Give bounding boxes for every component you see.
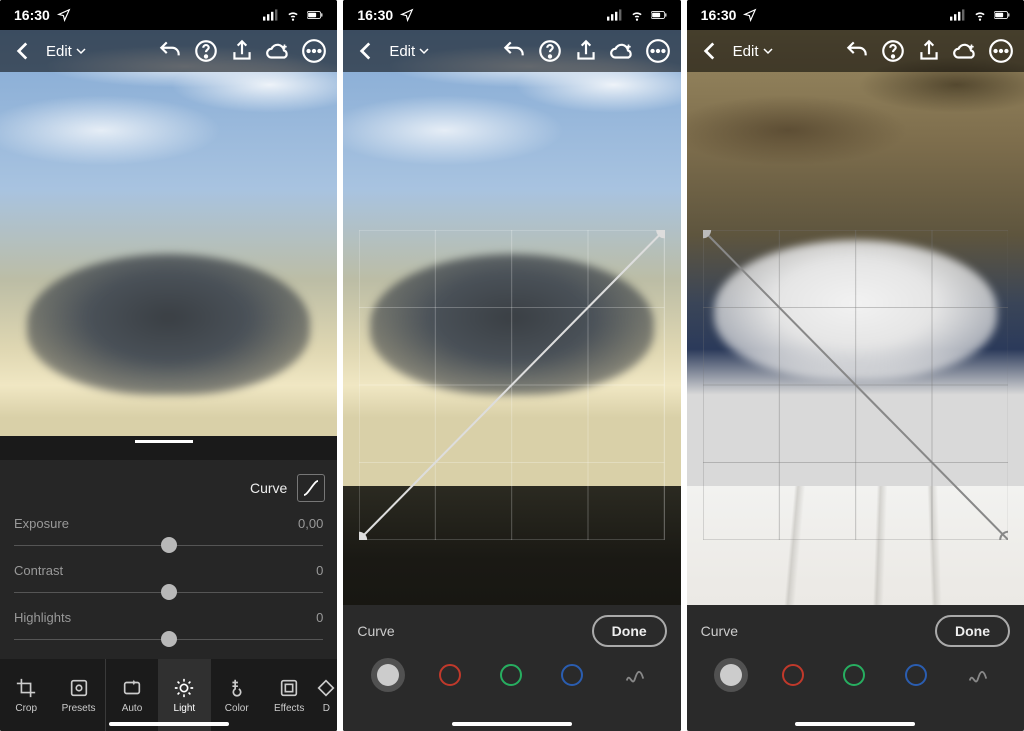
top-toolbar: Edit xyxy=(0,30,337,72)
share-button[interactable] xyxy=(916,38,942,64)
location-icon xyxy=(399,8,415,22)
tab-detail[interactable]: D xyxy=(315,659,337,731)
cloud-button[interactable] xyxy=(265,38,291,64)
tab-light[interactable]: Light xyxy=(158,659,210,731)
tab-color[interactable]: Color xyxy=(211,659,263,731)
tab-presets[interactable]: Presets xyxy=(52,659,104,731)
home-indicator[interactable] xyxy=(795,722,915,726)
screen-curve-identity: 16:30 Edit Cu xyxy=(343,0,680,731)
channel-luminance[interactable] xyxy=(720,664,742,686)
channel-blue[interactable] xyxy=(561,664,583,686)
more-button[interactable] xyxy=(645,38,671,64)
status-time: 16:30 xyxy=(357,7,393,23)
tab-auto[interactable]: Auto xyxy=(105,659,158,731)
share-button[interactable] xyxy=(573,38,599,64)
channel-parametric[interactable] xyxy=(966,663,990,687)
back-button[interactable] xyxy=(697,38,723,64)
undo-button[interactable] xyxy=(157,38,183,64)
status-time: 16:30 xyxy=(14,7,50,23)
light-panel: Curve Exposure0,00 Contrast0 Highlights0… xyxy=(0,436,337,731)
slider-exposure[interactable]: Exposure0,00 xyxy=(14,516,323,555)
curve-button-label: Curve xyxy=(250,480,287,496)
edit-menu[interactable]: Edit xyxy=(733,43,773,60)
screen-light-sliders: 16:30 Edit Curve xyxy=(0,0,337,731)
home-indicator[interactable] xyxy=(109,722,229,726)
slider-contrast[interactable]: Contrast0 xyxy=(14,563,323,602)
channel-green[interactable] xyxy=(500,664,522,686)
battery-icon xyxy=(651,8,667,22)
filmstrip[interactable] xyxy=(0,436,337,460)
edit-menu[interactable]: Edit xyxy=(389,43,429,60)
tone-curve-editor[interactable] xyxy=(703,230,1008,540)
curve-label: Curve xyxy=(701,623,738,639)
done-button[interactable]: Done xyxy=(935,615,1010,647)
signal-icon xyxy=(263,8,279,22)
more-button[interactable] xyxy=(301,38,327,64)
channel-blue[interactable] xyxy=(905,664,927,686)
share-button[interactable] xyxy=(229,38,255,64)
help-button[interactable] xyxy=(880,38,906,64)
more-button[interactable] xyxy=(988,38,1014,64)
curve-button[interactable] xyxy=(297,474,325,502)
help-button[interactable] xyxy=(537,38,563,64)
battery-icon xyxy=(307,8,323,22)
screen-curve-inverted: 16:30 Edit Cu xyxy=(687,0,1024,731)
back-button[interactable] xyxy=(10,38,36,64)
wifi-icon xyxy=(972,8,988,22)
channel-red[interactable] xyxy=(439,664,461,686)
back-button[interactable] xyxy=(353,38,379,64)
curve-bottom-panel: Curve Done xyxy=(687,605,1024,731)
help-button[interactable] xyxy=(193,38,219,64)
cloud-button[interactable] xyxy=(952,38,978,64)
status-bar: 16:30 xyxy=(687,0,1024,30)
location-icon xyxy=(742,8,758,22)
undo-button[interactable] xyxy=(844,38,870,64)
location-icon xyxy=(56,8,72,22)
channel-green[interactable] xyxy=(843,664,865,686)
slider-highlights[interactable]: Highlights0 xyxy=(14,610,323,649)
channel-red[interactable] xyxy=(782,664,804,686)
tab-crop[interactable]: Crop xyxy=(0,659,52,731)
wifi-icon xyxy=(285,8,301,22)
curve-bottom-panel: Curve Done xyxy=(343,605,680,731)
edit-menu[interactable]: Edit xyxy=(46,43,86,60)
wifi-icon xyxy=(629,8,645,22)
signal-icon xyxy=(607,8,623,22)
status-time: 16:30 xyxy=(701,7,737,23)
tab-effects[interactable]: Effects xyxy=(263,659,315,731)
bottom-tabs: Crop Presets Auto Light Color Effects D xyxy=(0,659,337,731)
signal-icon xyxy=(950,8,966,22)
undo-button[interactable] xyxy=(501,38,527,64)
home-indicator[interactable] xyxy=(452,722,572,726)
done-button[interactable]: Done xyxy=(592,615,667,647)
curve-label: Curve xyxy=(357,623,394,639)
cloud-button[interactable] xyxy=(609,38,635,64)
battery-icon xyxy=(994,8,1010,22)
status-bar: 16:30 xyxy=(343,0,680,30)
channel-parametric[interactable] xyxy=(623,663,647,687)
status-bar: 16:30 xyxy=(0,0,337,30)
channel-luminance[interactable] xyxy=(377,664,399,686)
tone-curve-editor[interactable] xyxy=(359,230,664,540)
